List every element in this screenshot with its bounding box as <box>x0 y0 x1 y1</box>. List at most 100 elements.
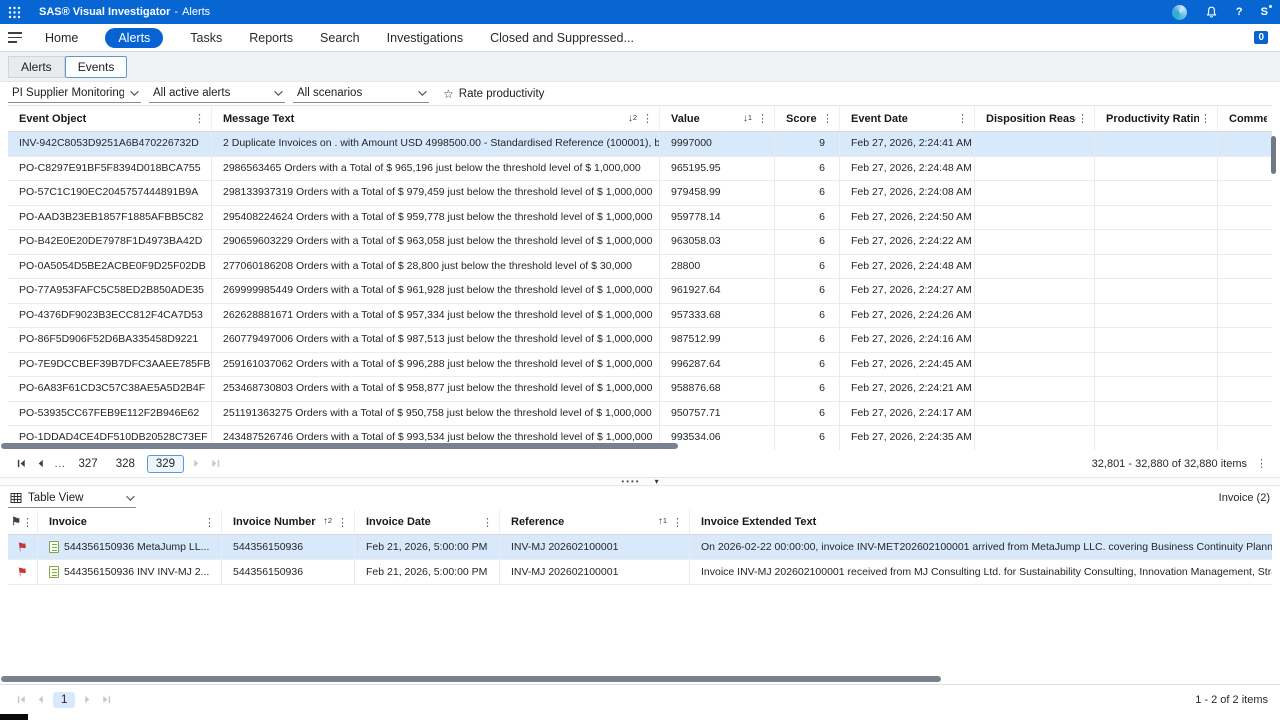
nav-item-home[interactable]: Home <box>45 31 78 45</box>
horizontal-scrollbar-thumb[interactable] <box>1 443 678 449</box>
invoice-row[interactable]: ⚑ 544356150936 MetaJump LL... 5443561509… <box>8 535 1272 560</box>
cell-productivity-rating <box>1095 255 1218 279</box>
event-row[interactable]: PO-AAD3B23EB1857F1885AFBB5C82 2954082246… <box>8 206 1272 231</box>
filter-bar: PI Supplier Monitoring All active alerts… <box>0 82 1280 105</box>
chevron-down-icon <box>418 87 426 95</box>
cell-message-text: 260779497006 Orders with a Total of $ 98… <box>212 328 660 352</box>
tab-events[interactable]: Events <box>65 56 128 78</box>
title-separator: - <box>174 6 178 18</box>
sort-descending-icon: ↓2 <box>628 113 637 125</box>
tab-alerts[interactable]: Alerts <box>8 56 65 78</box>
view-selector[interactable]: Table View <box>8 488 136 508</box>
last-page-button[interactable] <box>97 692 116 707</box>
notification-count-badge[interactable]: 0 <box>1254 31 1268 44</box>
event-row[interactable]: PO-53935CC67FEB9E112F2B946E62 2511913632… <box>8 402 1272 427</box>
event-row[interactable]: PO-77A953FAFC5C58ED2B850ADE35 2699999854… <box>8 279 1272 304</box>
page-button-1-current[interactable]: 1 <box>53 692 75 708</box>
rate-productivity-button[interactable]: ☆ Rate productivity <box>443 88 544 100</box>
app-grid-icon[interactable] <box>8 6 21 19</box>
column-menu-icon[interactable]: ⋮ <box>671 516 684 529</box>
nav-item-investigations[interactable]: Investigations <box>387 31 463 45</box>
column-menu-icon[interactable]: ⋮ <box>1199 112 1212 125</box>
first-page-button[interactable] <box>12 692 31 707</box>
event-row[interactable]: PO-6A83F61CD3C57C38AE5A5D2B4F 2534687308… <box>8 377 1272 402</box>
menu-toggle-icon[interactable] <box>8 32 23 43</box>
page-button-328[interactable]: 328 <box>110 456 141 472</box>
vertical-scrollbar-thumb[interactable] <box>1271 136 1276 174</box>
event-row[interactable]: PO-57C1C190EC2045757444891B9A 2981339373… <box>8 181 1272 206</box>
scenarios-filter-select[interactable]: All scenarios <box>293 84 429 103</box>
column-menu-icon[interactable]: ⋮ <box>756 112 769 125</box>
cell-invoice-date: Feb 21, 2026, 5:00:00 PM <box>355 535 500 559</box>
page-button-329-current[interactable]: 329 <box>147 455 184 473</box>
next-page-button[interactable] <box>78 692 97 707</box>
column-header-message-text[interactable]: Message Text ↓2 ⋮ <box>212 106 660 131</box>
cell-event-date: Feb 27, 2026, 2:24:17 AM <box>840 402 975 426</box>
nav-item-reports[interactable]: Reports <box>249 31 293 45</box>
category-select[interactable]: PI Supplier Monitoring <box>8 84 141 103</box>
column-header-score[interactable]: Score ⋮ <box>775 106 840 131</box>
user-avatar[interactable]: S <box>1261 6 1268 18</box>
nav-item-closed-suppressed[interactable]: Closed and Suppressed... <box>490 31 634 45</box>
column-header-flag[interactable]: ⚑ ⋮ <box>8 510 38 534</box>
column-menu-icon[interactable]: ⋮ <box>956 112 969 125</box>
column-header-productivity-rating[interactable]: Productivity Rating ⋮ <box>1095 106 1218 131</box>
horizontal-scrollbar-thumb[interactable] <box>1 676 941 682</box>
column-header-invoice-date[interactable]: Invoice Date ⋮ <box>355 510 500 534</box>
column-menu-icon[interactable]: ⋮ <box>203 516 216 529</box>
assistant-orb-icon[interactable] <box>1172 5 1187 20</box>
cell-score: 6 <box>775 402 840 426</box>
first-page-button[interactable] <box>12 456 31 471</box>
cell-score: 6 <box>775 426 840 450</box>
cell-disposition-reason <box>975 230 1095 254</box>
column-header-value[interactable]: Value ↓1 ⋮ <box>660 106 775 131</box>
nav-item-search[interactable]: Search <box>320 31 360 45</box>
page-button-327[interactable]: 327 <box>73 456 104 472</box>
column-header-comments[interactable]: Comme <box>1218 106 1272 131</box>
column-header-invoice-number[interactable]: Invoice Number ↑2 ⋮ <box>222 510 355 534</box>
column-menu-icon[interactable]: ⋮ <box>481 516 494 529</box>
nav-item-tasks[interactable]: Tasks <box>190 31 222 45</box>
entity-count-label: Invoice (2) <box>1219 492 1272 504</box>
alerts-filter-select[interactable]: All active alerts <box>149 84 285 103</box>
invoice-row[interactable]: ⚑ 544356150936 INV INV-MJ 2... 544356150… <box>8 560 1272 585</box>
column-header-event-date[interactable]: Event Date ⋮ <box>840 106 975 131</box>
cell-flag[interactable]: ⚑ <box>8 535 38 559</box>
cell-disposition-reason <box>975 304 1095 328</box>
previous-page-button[interactable] <box>31 456 50 471</box>
column-menu-icon[interactable]: ⋮ <box>193 112 206 125</box>
column-menu-icon[interactable]: ⋮ <box>641 112 654 125</box>
cell-event-date: Feb 27, 2026, 2:24:26 AM <box>840 304 975 328</box>
column-header-disposition-reason[interactable]: Disposition Reason ⋮ <box>975 106 1095 131</box>
column-header-reference[interactable]: Reference ↑1 ⋮ <box>500 510 690 534</box>
pagination-menu-icon[interactable]: ⋮ <box>1255 457 1268 470</box>
column-header-invoice[interactable]: Invoice ⋮ <box>38 510 222 534</box>
event-row[interactable]: PO-7E9DCCBEF39B7DFC3AAEE785FB 2591610370… <box>8 353 1272 378</box>
column-menu-icon[interactable]: ⋮ <box>21 516 34 529</box>
event-row[interactable]: PO-B42E0E20DE7978F1D4973BA42D 2906596032… <box>8 230 1272 255</box>
column-menu-icon[interactable]: ⋮ <box>1076 112 1089 125</box>
splitter-drag-handle[interactable]: •••• <box>621 479 640 485</box>
event-row[interactable]: PO-0A5054D5BE2ACBE0F9D25F02DB 2770601862… <box>8 255 1272 280</box>
cell-event-object: PO-7E9DCCBEF39B7DFC3AAEE785FB <box>8 353 212 377</box>
notifications-bell-icon[interactable] <box>1205 6 1218 19</box>
column-header-event-object[interactable]: Event Object ⋮ <box>8 106 212 131</box>
event-row[interactable]: INV-942C8053D9251A6B470226732D 2 Duplica… <box>8 132 1272 157</box>
event-row[interactable]: PO-C8297E91BF5F8394D018BCA755 2986563465… <box>8 157 1272 182</box>
column-menu-icon[interactable]: ⋮ <box>821 112 834 125</box>
help-icon[interactable]: ? <box>1236 6 1243 18</box>
next-page-button[interactable] <box>187 456 206 471</box>
splitter-collapse-icon[interactable]: ▾ <box>655 479 659 485</box>
invoice-document-icon <box>49 566 59 578</box>
cell-comments <box>1218 353 1272 377</box>
nav-item-alerts[interactable]: Alerts <box>105 28 163 48</box>
last-page-button[interactable] <box>206 456 225 471</box>
event-row[interactable]: PO-4376DF9023B3ECC812F4CA7D53 2626288816… <box>8 304 1272 329</box>
event-row[interactable]: PO-86F5D906F52D6BA335458D9221 2607794970… <box>8 328 1272 353</box>
column-header-invoice-extended-text[interactable]: Invoice Extended Text <box>690 510 1272 534</box>
star-icon: ☆ <box>443 88 454 100</box>
previous-page-button[interactable] <box>31 692 50 707</box>
rate-productivity-label: Rate productivity <box>459 88 545 100</box>
cell-flag[interactable]: ⚑ <box>8 560 38 584</box>
column-menu-icon[interactable]: ⋮ <box>336 516 349 529</box>
